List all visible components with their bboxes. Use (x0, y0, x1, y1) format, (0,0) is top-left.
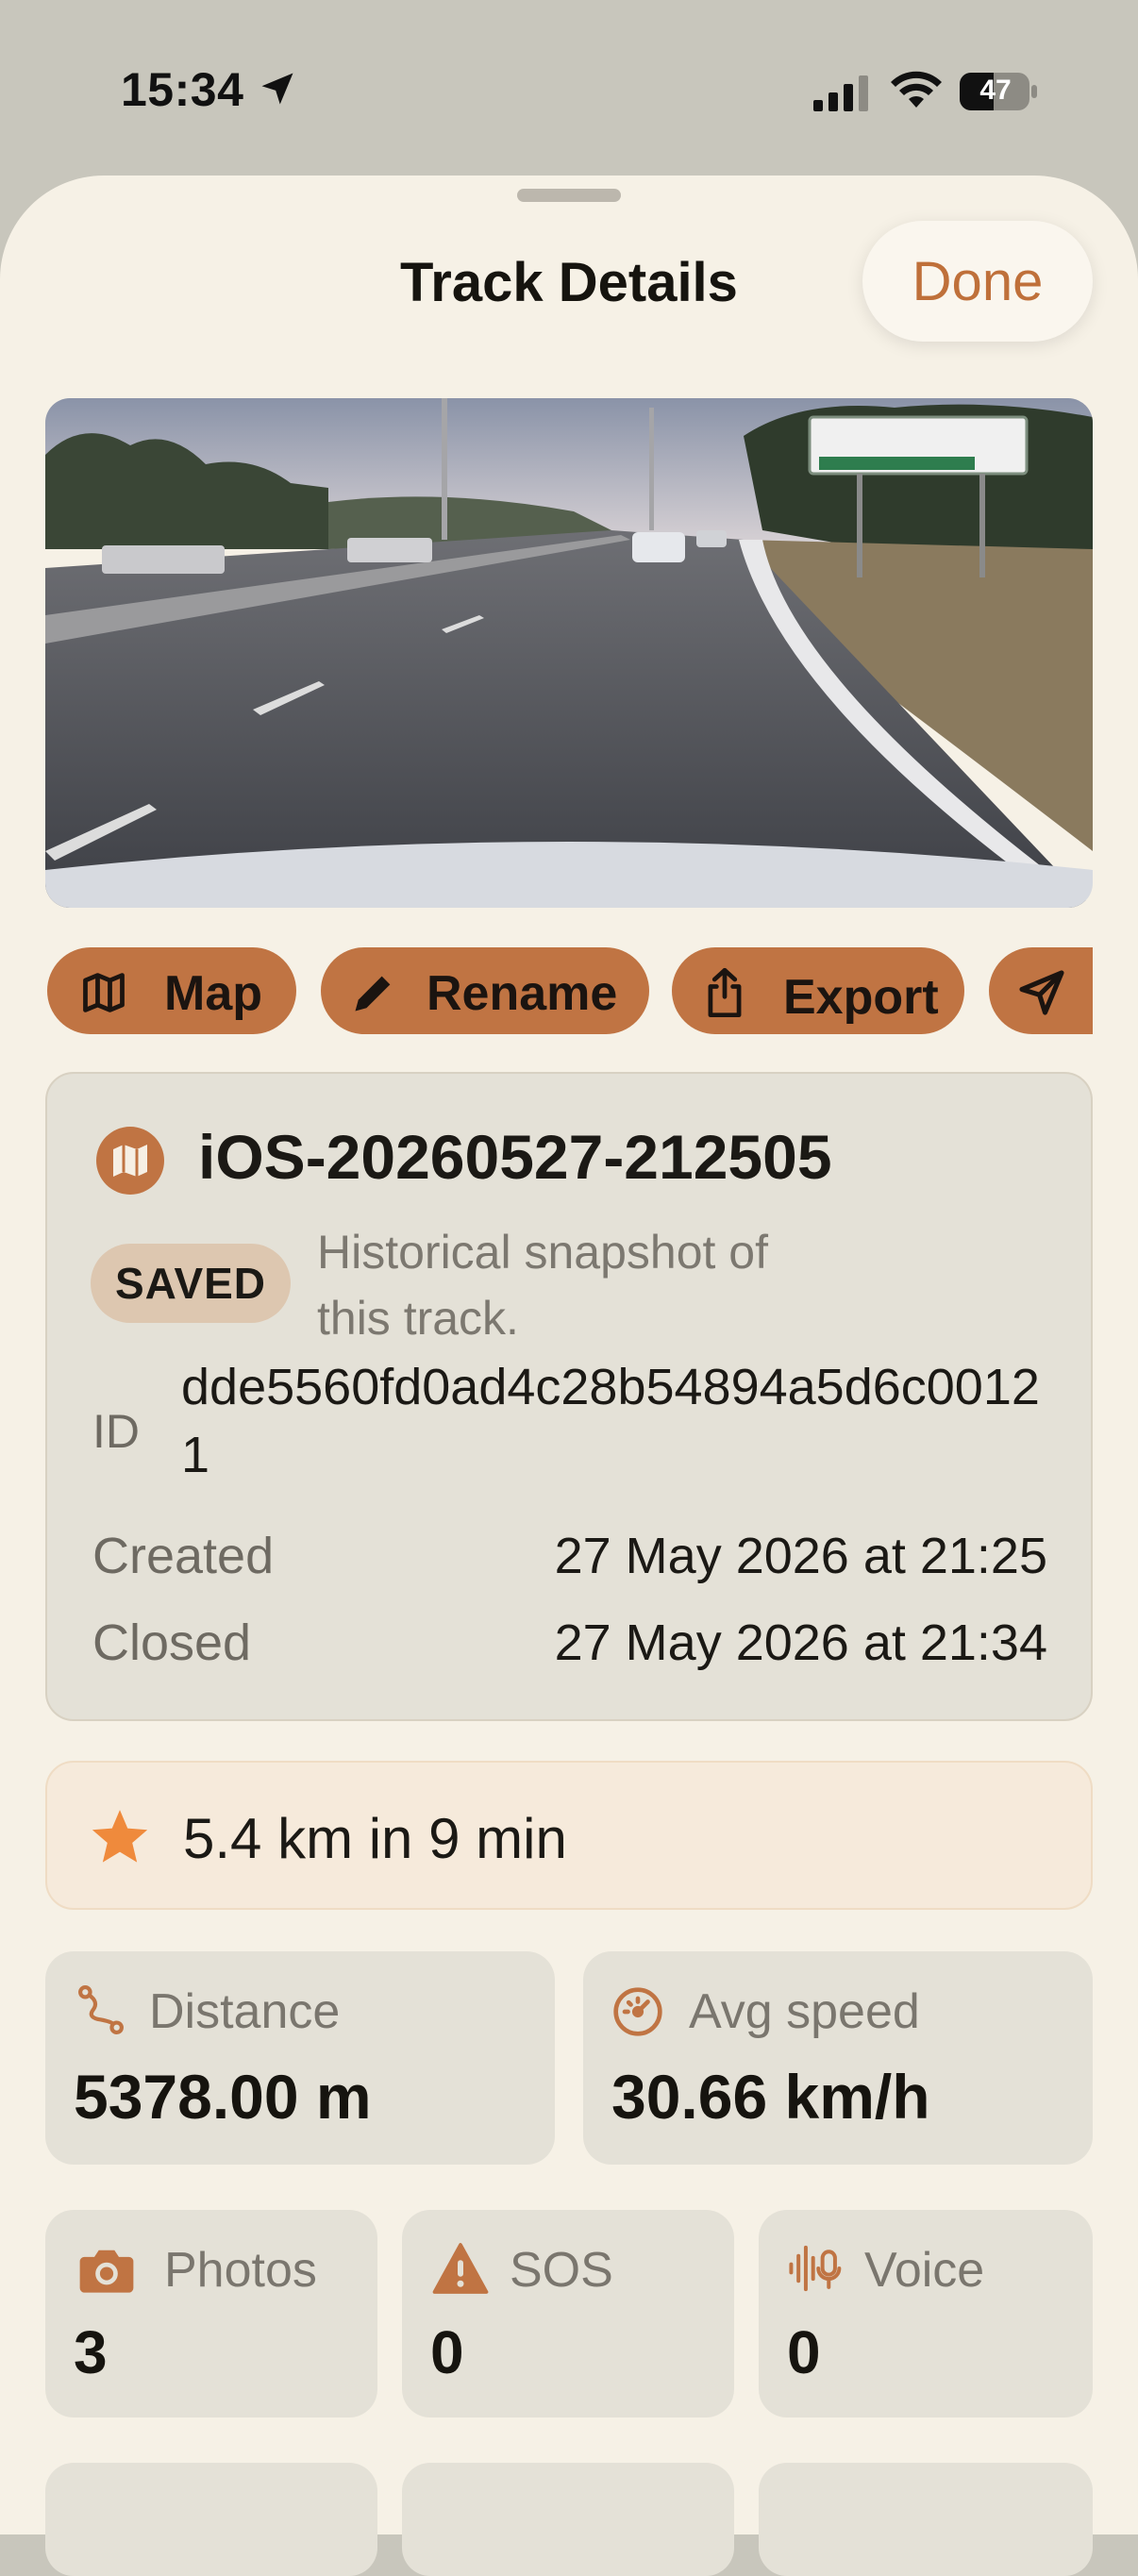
export-label: Export (783, 970, 939, 1025)
done-button[interactable]: Done (862, 221, 1093, 342)
sos-label: SOS (510, 2243, 613, 2298)
track-photo[interactable] (45, 398, 1093, 908)
rename-button[interactable]: Rename (321, 947, 649, 1034)
summary-text: 5.4 km in 9 min (183, 1807, 567, 1870)
created-value: 27 May 2026 at 21:25 (554, 1528, 1047, 1584)
sheet-grabber[interactable] (517, 189, 621, 202)
distance-value: 5378.00 m (74, 2062, 372, 2132)
status-badge: SAVED (91, 1244, 291, 1323)
sos-tile[interactable]: SOS 0 (402, 2210, 734, 2417)
summary-banner: 5.4 km in 9 min (45, 1761, 1093, 1910)
avg-speed-tile: Avg speed 30.66 km/h (583, 1951, 1093, 2165)
voice-tile[interactable]: Voice 0 (759, 2210, 1093, 2417)
created-label: Created (92, 1528, 275, 1584)
id-value[interactable]: dde5560fd0ad4c28b54894a5d6c00121 (181, 1353, 1049, 1489)
status-bar: 15:34 47 (0, 0, 1138, 179)
location-arrow-icon (261, 73, 293, 105)
map-icon (83, 973, 125, 1012)
id-label: ID (92, 1405, 140, 1458)
photos-label: Photos (164, 2243, 317, 2298)
warning-icon (432, 2243, 489, 2294)
voice-waveform-icon (789, 2245, 842, 2292)
share-icon (708, 967, 742, 1018)
badge-description: Historical snapshot of this track. (317, 1226, 769, 1345)
map-button[interactable]: Map (47, 947, 296, 1034)
avg-speed-value: 30.66 km/h (611, 2062, 930, 2132)
battery-level: 47 (979, 75, 1012, 106)
map-label: Map (164, 966, 262, 1021)
track-name: iOS-20260527-212505 (198, 1122, 832, 1192)
stat-tile-partial (759, 2463, 1093, 2576)
rename-label: Rename (427, 966, 618, 1021)
voice-label: Voice (864, 2243, 985, 2298)
track-details-sheet: Track Details Done Map Rename Export iOS… (0, 176, 1138, 2576)
sos-value: 0 (430, 2318, 464, 2386)
cellular-signal-icon (813, 75, 868, 111)
send-icon (1019, 970, 1064, 1015)
export-button[interactable]: Export (672, 947, 964, 1034)
voice-value: 0 (787, 2318, 821, 2386)
wifi-icon (891, 71, 942, 108)
map-badge-icon (96, 1127, 164, 1195)
camera-icon (79, 2250, 134, 2293)
stat-tile-partial (402, 2463, 734, 2576)
track-info-card: iOS-20260527-212505 SAVED Historical sna… (45, 1072, 1093, 1721)
star-icon (92, 1810, 148, 1863)
closed-value: 27 May 2026 at 21:34 (554, 1614, 1047, 1671)
status-time: 15:34 (121, 63, 244, 116)
photos-tile[interactable]: Photos 3 (45, 2210, 377, 2417)
closed-label: Closed (92, 1614, 252, 1671)
action-chips: Map Rename Export (47, 947, 1093, 1038)
send-button[interactable] (989, 947, 1093, 1034)
avg-speed-label: Avg speed (689, 1984, 920, 2039)
distance-label: Distance (149, 1984, 341, 2039)
distance-tile: Distance 5378.00 m (45, 1951, 555, 2165)
stat-tile-partial (45, 2463, 377, 2576)
speedometer-icon (613, 1987, 662, 2036)
photos-value: 3 (74, 2318, 108, 2386)
route-icon (78, 1984, 124, 2035)
pencil-icon (355, 976, 391, 1012)
